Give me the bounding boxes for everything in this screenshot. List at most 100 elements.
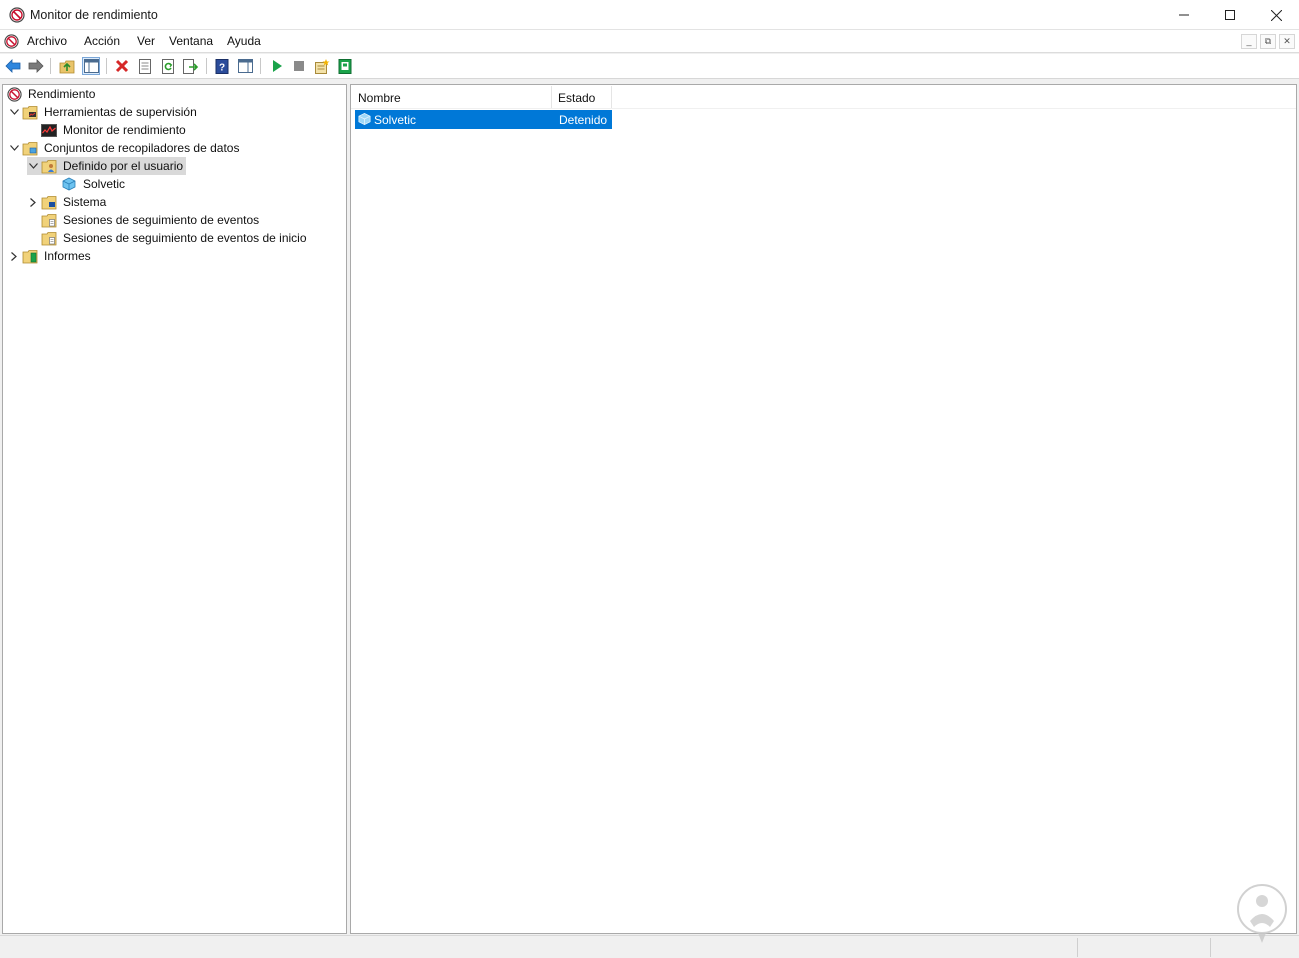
- collector-set-icon: [61, 176, 77, 192]
- latest-report-button[interactable]: [336, 57, 354, 75]
- performance-monitor-chart-icon: [41, 122, 57, 138]
- child-restore-button[interactable]: ⧉: [1260, 34, 1276, 49]
- system-menu-icon[interactable]: [4, 34, 19, 49]
- menu-ayuda[interactable]: Ayuda: [227, 34, 261, 48]
- tree-node-definido-por-el-usuario[interactable]: Definido por el usuario: [27, 157, 187, 175]
- back-button[interactable]: [4, 57, 22, 75]
- new-collector-set-button[interactable]: [313, 57, 331, 75]
- tree-node-sistema[interactable]: Sistema: [27, 193, 109, 211]
- close-icon: [1270, 9, 1282, 21]
- column-header-label: Estado: [558, 91, 596, 105]
- console-tree[interactable]: Rendimiento Herramientas de supervisión …: [2, 84, 347, 934]
- forward-arrow-icon: [28, 59, 44, 73]
- menu-archivo[interactable]: Archivo: [27, 34, 67, 48]
- menu-ver[interactable]: Ver: [137, 34, 155, 48]
- child-close-button[interactable]: ✕: [1279, 34, 1295, 49]
- close-button[interactable]: [1253, 0, 1299, 30]
- action-pane-button[interactable]: [236, 57, 254, 75]
- tree-node-label: Sistema: [63, 195, 107, 209]
- child-minimize-button[interactable]: _: [1241, 34, 1257, 49]
- console-tree-button[interactable]: [82, 57, 100, 75]
- tree-node-rendimiento[interactable]: Rendimiento: [6, 85, 98, 103]
- menu-accion[interactable]: Acción: [84, 34, 120, 48]
- export-list-button[interactable]: [182, 57, 200, 75]
- solvetic-watermark-icon: [1236, 883, 1288, 945]
- new-collector-set-icon: [315, 58, 330, 74]
- export-list-icon: [183, 58, 199, 74]
- chevron-down-icon[interactable]: [27, 160, 39, 172]
- child-minimize-icon: _: [1246, 36, 1252, 46]
- menu-ventana[interactable]: Ventana: [169, 34, 213, 48]
- data-collector-sets-folder-icon: [22, 140, 38, 156]
- console-tree-icon: [83, 59, 99, 73]
- help-icon: ?: [215, 58, 229, 74]
- tree-node-conjuntos-de-recopiladores[interactable]: Conjuntos de recopiladores de datos: [8, 139, 242, 157]
- report-icon: [338, 58, 352, 74]
- menu-bar: Archivo Acción Ver Ventana Ayuda _ ⧉ ✕: [0, 30, 1299, 53]
- up-level-button[interactable]: [58, 57, 76, 75]
- maximize-icon: [1225, 10, 1235, 20]
- tree-node-label: Herramientas de supervisión: [44, 105, 197, 119]
- startup-trace-folder-icon: [41, 230, 57, 246]
- tree-node-label: Sesiones de seguimiento de eventos de in…: [63, 231, 307, 245]
- minimize-button[interactable]: [1161, 0, 1207, 30]
- toolbar: ?: [0, 54, 1299, 79]
- tree-node-sesiones-seguimiento-eventos[interactable]: Sesiones de seguimiento de eventos: [41, 211, 262, 229]
- performance-icon: [6, 86, 22, 102]
- row-status-cell: Detenido: [559, 113, 608, 127]
- tree-node-label: Informes: [44, 249, 91, 263]
- refresh-button[interactable]: [159, 57, 177, 75]
- child-restore-icon: ⧉: [1264, 36, 1272, 46]
- header-divider: [351, 108, 1296, 109]
- window-title: Monitor de rendimiento: [30, 8, 158, 22]
- chevron-right-icon[interactable]: [8, 250, 20, 262]
- refresh-icon: [161, 58, 174, 74]
- toolbar-separator: [260, 58, 261, 74]
- delete-button[interactable]: [113, 57, 131, 75]
- help-button[interactable]: ?: [213, 57, 231, 75]
- action-pane-icon: [237, 59, 253, 73]
- row-name-cell: Solvetic: [374, 113, 417, 127]
- tree-node-monitor-de-rendimiento[interactable]: Monitor de rendimiento: [41, 121, 189, 139]
- user-defined-folder-icon: [41, 158, 57, 174]
- list-row[interactable]: Solvetic Detenido: [355, 110, 612, 129]
- play-icon: [273, 60, 282, 72]
- tree-node-herramientas-de-supervision[interactable]: Herramientas de supervisión: [8, 103, 200, 121]
- toolbar-separator: [50, 58, 51, 74]
- tree-node-solvetic[interactable]: Solvetic: [61, 175, 128, 193]
- tree-node-informes[interactable]: Informes: [8, 247, 94, 265]
- column-header-label: Nombre: [358, 91, 401, 105]
- start-button[interactable]: [268, 57, 286, 75]
- result-list[interactable]: Nombre Estado Solvetic Detenido: [350, 84, 1297, 934]
- toolbar-separator: [206, 58, 207, 74]
- stop-button[interactable]: [290, 57, 308, 75]
- performance-app-icon: [9, 7, 25, 23]
- status-bar: [0, 935, 1299, 958]
- svg-text:?: ?: [219, 62, 225, 73]
- properties-button[interactable]: [136, 57, 154, 75]
- status-bar-panel: [1077, 938, 1210, 957]
- tree-node-label: Conjuntos de recopiladores de datos: [44, 141, 240, 155]
- folder-up-icon: [59, 60, 75, 73]
- title-bar: Monitor de rendimiento: [0, 0, 1299, 30]
- minimize-icon: [1179, 14, 1189, 16]
- reports-folder-icon: [22, 248, 38, 264]
- delete-x-icon: [115, 59, 129, 73]
- system-folder-icon: [41, 194, 57, 210]
- forward-button[interactable]: [27, 57, 45, 75]
- chevron-right-icon[interactable]: [27, 196, 39, 208]
- column-header-nombre[interactable]: Nombre: [352, 86, 552, 108]
- chevron-down-icon[interactable]: [8, 106, 20, 118]
- maximize-button[interactable]: [1207, 0, 1253, 30]
- chevron-down-icon[interactable]: [8, 142, 20, 154]
- tree-node-sesiones-seguimiento-eventos-inicio[interactable]: Sesiones de seguimiento de eventos de in…: [41, 229, 310, 247]
- tree-node-label: Sesiones de seguimiento de eventos: [63, 213, 260, 227]
- tree-node-label: Rendimiento: [28, 87, 96, 101]
- toolbar-separator: [106, 58, 107, 74]
- column-header-estado[interactable]: Estado: [552, 86, 612, 108]
- child-close-icon: ✕: [1283, 36, 1291, 46]
- collector-set-icon: [357, 112, 372, 127]
- tree-node-label: Solvetic: [83, 177, 126, 191]
- tree-node-label: Definido por el usuario: [60, 158, 187, 174]
- monitoring-tools-folder-icon: [22, 104, 38, 120]
